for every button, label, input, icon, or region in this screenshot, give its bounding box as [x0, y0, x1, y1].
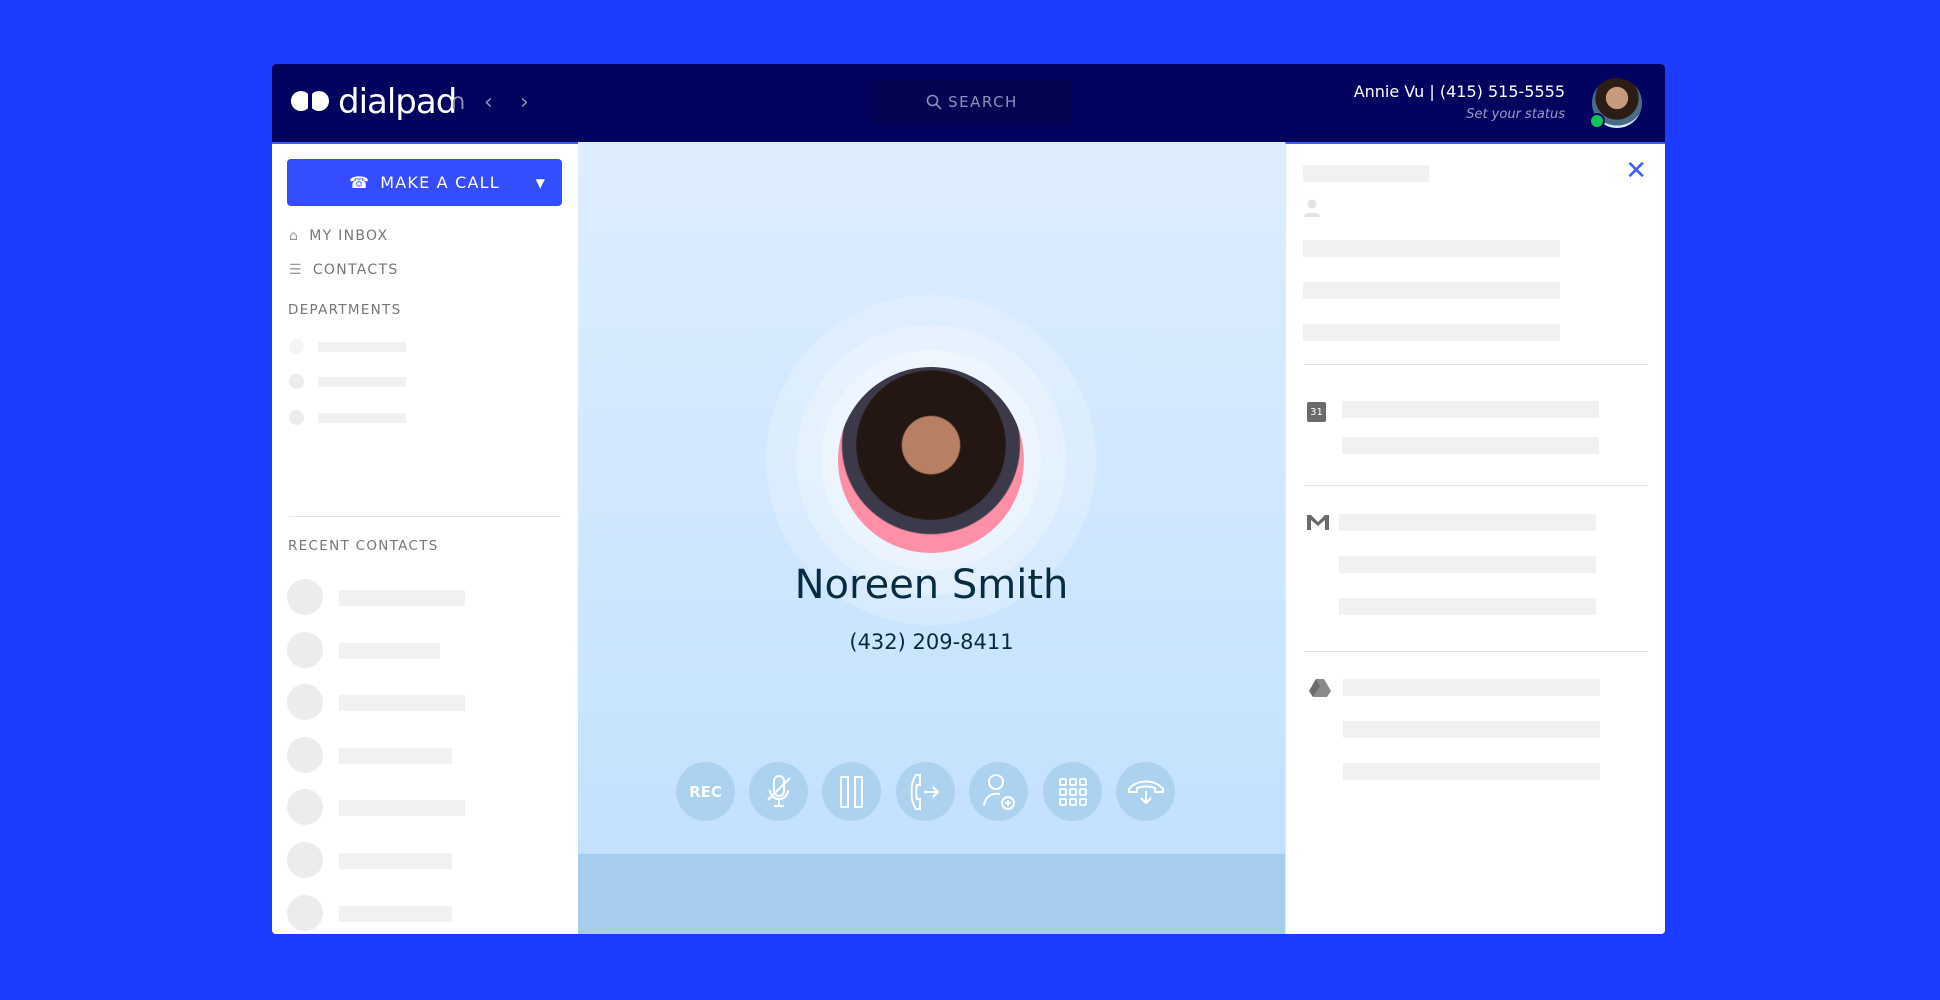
contact-name: Noreen Smith	[794, 562, 1069, 608]
top-bar: dialpad ∩ ‹ › SEARCH Annie Vu | (415) 51…	[272, 64, 1665, 142]
contact-avatar-placeholder	[287, 631, 323, 668]
placeholder-bar	[1339, 514, 1596, 531]
hangup-button[interactable]	[1116, 762, 1175, 821]
divider	[1304, 364, 1648, 365]
user-info[interactable]: Annie Vu | (415) 515-5555 Set your statu…	[1354, 82, 1565, 122]
home-icon: ⌂	[289, 228, 300, 244]
make-call-button[interactable]: ☎ MAKE A CALL ▼	[287, 159, 562, 206]
contact-name-placeholder	[339, 747, 452, 764]
placeholder-bar	[1342, 437, 1599, 454]
brand-name: dialpad	[338, 82, 457, 122]
back-icon[interactable]: ‹	[484, 90, 493, 115]
user-name-phone: Annie Vu | (415) 515-5555	[1353, 82, 1565, 101]
make-call-label: MAKE A CALL	[380, 173, 500, 192]
mic-off-icon	[766, 774, 791, 807]
placeholder-bar	[1339, 556, 1596, 573]
placeholder-bar	[1342, 401, 1599, 418]
placeholder-bar	[1303, 165, 1429, 182]
contact-name-placeholder	[339, 642, 440, 659]
call-footer	[578, 854, 1285, 934]
department-placeholder[interactable]	[318, 342, 406, 352]
pause-icon	[839, 775, 863, 808]
keypad-button[interactable]	[1043, 762, 1102, 821]
contact-name-placeholder	[339, 800, 465, 817]
departments-heading: DEPARTMENTS	[288, 302, 402, 318]
add-participant-button[interactable]	[969, 762, 1028, 821]
contact-name-placeholder	[339, 590, 465, 606]
placeholder-bar	[1303, 282, 1560, 299]
headset-icon[interactable]: ∩	[450, 90, 466, 115]
contact-avatar	[838, 367, 1024, 553]
divider	[289, 516, 561, 517]
search-icon	[926, 94, 942, 110]
transfer-button[interactable]	[896, 762, 955, 821]
sidebar: ☎ MAKE A CALL ▼ ⌂ MY INBOX ☰ CONTACTS DEPA…	[272, 142, 578, 934]
dialpad-logo-icon	[291, 91, 329, 115]
user-icon	[1304, 199, 1320, 217]
recent-contacts-heading: RECENT CONTACTS	[288, 538, 439, 554]
sidebar-item-contacts[interactable]: ☰ CONTACTS	[289, 262, 399, 278]
placeholder-bar	[1343, 679, 1600, 696]
contact-name-placeholder	[339, 695, 465, 712]
department-placeholder[interactable]	[318, 413, 406, 423]
contact-avatar-placeholder	[287, 736, 323, 773]
nav-label: CONTACTS	[312, 262, 399, 278]
placeholder-bar	[1343, 721, 1600, 738]
contact-name-placeholder	[339, 905, 452, 922]
contact-avatar-placeholder	[287, 684, 323, 721]
contact-name-placeholder	[339, 853, 452, 869]
placeholder-bar	[1303, 324, 1560, 341]
transfer-call-icon	[910, 773, 939, 810]
divider	[1304, 651, 1648, 652]
google-drive-icon	[1309, 679, 1331, 697]
contact-avatar-placeholder	[287, 842, 323, 878]
hold-button[interactable]	[822, 762, 881, 821]
mute-button[interactable]	[749, 762, 808, 821]
placeholder-bar	[1339, 598, 1596, 615]
contacts-icon: ☰	[289, 262, 303, 278]
app-window: dialpad ∩ ‹ › SEARCH Annie Vu | (415) 51…	[272, 64, 1665, 934]
set-status-link[interactable]: Set your status	[1354, 107, 1565, 122]
add-user-icon	[982, 773, 1015, 810]
online-status-dot	[1589, 113, 1605, 129]
divider	[1304, 485, 1648, 486]
placeholder-bar	[1303, 240, 1560, 257]
close-icon[interactable]: ✕	[1625, 156, 1647, 186]
hangup-icon	[1127, 780, 1164, 804]
phone-icon: ☎	[349, 173, 371, 192]
search-input[interactable]: SEARCH	[872, 80, 1072, 124]
forward-icon[interactable]: ›	[520, 90, 529, 115]
record-button[interactable]: REC	[676, 762, 735, 821]
department-dot	[289, 374, 304, 389]
search-label: SEARCH	[948, 93, 1018, 111]
gmail-icon	[1307, 515, 1329, 530]
calendar-icon: 31	[1307, 402, 1326, 422]
call-panel: Noreen Smith (432) 209-8411 REC	[578, 142, 1285, 934]
sidebar-item-inbox[interactable]: ⌂ MY INBOX	[289, 228, 388, 244]
chevron-down-icon[interactable]: ▼	[536, 176, 546, 190]
contact-avatar-placeholder	[287, 789, 323, 826]
department-dot	[289, 339, 304, 354]
nav-label: MY INBOX	[309, 228, 389, 244]
department-placeholder[interactable]	[318, 377, 406, 387]
keypad-icon	[1058, 777, 1087, 806]
contact-avatar-placeholder	[287, 894, 323, 931]
department-dot	[289, 410, 304, 425]
rec-label: REC	[689, 782, 722, 801]
contact-details-panel: ✕ 31	[1285, 142, 1665, 934]
logo: dialpad	[290, 82, 457, 122]
placeholder-bar	[1343, 763, 1600, 780]
contact-avatar-placeholder	[287, 579, 323, 615]
contact-phone: (432) 209-8411	[849, 630, 1014, 654]
